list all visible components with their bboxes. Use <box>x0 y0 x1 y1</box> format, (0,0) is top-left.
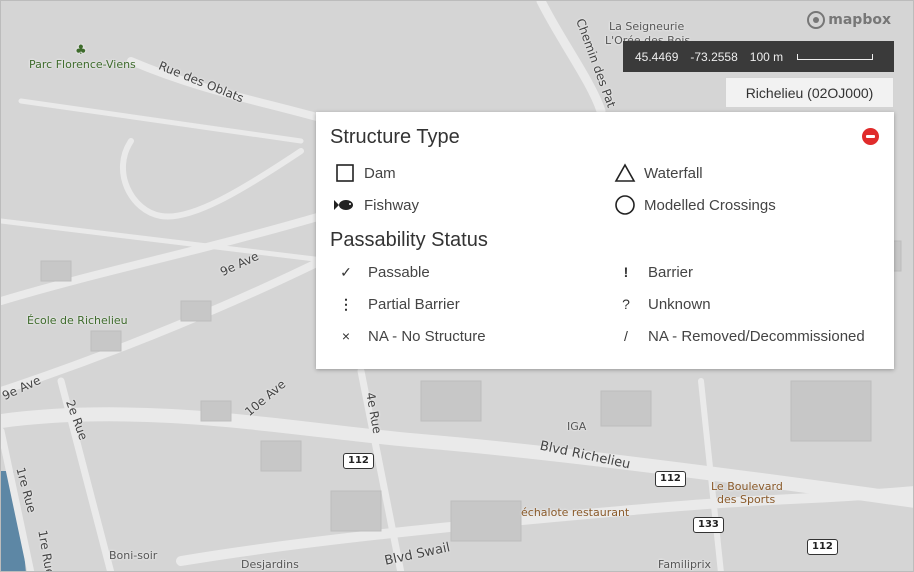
structure-type-title: Structure Type <box>330 126 460 148</box>
map-label-boni: Boni-soir <box>109 549 158 562</box>
legend-item-fishway: Fishway <box>330 189 610 221</box>
legend-panel: Structure Type Dam Waterfall Fishway Mod… <box>316 112 894 369</box>
scale-bar <box>797 53 874 60</box>
map-label-seigneurie: La Seigneurie <box>609 20 685 33</box>
legend-label: NA - No Structure <box>368 327 486 345</box>
coordinate-readout: 45.4469 -73.2558 100 m <box>623 41 894 72</box>
route-shield: 112 <box>655 471 686 487</box>
longitude: -73.2558 <box>690 49 738 64</box>
mapbox-icon <box>807 11 826 29</box>
legend-label: Barrier <box>648 263 694 281</box>
legend-item-partial-barrier: ⋮ Partial Barrier <box>330 288 610 320</box>
circle-icon <box>614 194 636 216</box>
tree-icon: ♣ <box>75 43 87 58</box>
route-shield: 112 <box>807 539 838 555</box>
map-label-boulevard: Le Boulevard <box>711 480 783 493</box>
scale-label: 100 m <box>749 49 784 64</box>
legend-item-removed: / NA - Removed/Decommissioned <box>610 320 890 352</box>
cross-icon: × <box>341 328 351 344</box>
route-shield: 133 <box>693 517 724 533</box>
mapbox-logo-text: mapbox <box>828 12 891 28</box>
legend-label: Partial Barrier <box>368 295 460 313</box>
route-shield: 112 <box>343 453 374 469</box>
legend-label: Fishway <box>364 196 420 214</box>
legend-item-waterfall: Waterfall <box>610 157 890 189</box>
map-label-familiprix: Familiprix <box>658 558 712 571</box>
fish-icon <box>334 194 356 216</box>
question-icon: ? <box>622 296 630 312</box>
legend-item-modelled-crossings: Modelled Crossings <box>610 189 890 221</box>
legend-label: Dam <box>364 164 396 182</box>
legend-item-barrier: ! Barrier <box>610 256 890 288</box>
latitude: 45.4469 <box>635 49 679 64</box>
map-label-iga: IGA <box>567 420 587 433</box>
map-label-sports: des Sports <box>717 493 776 506</box>
legend-label: Passable <box>368 263 430 281</box>
mapbox-logo[interactable]: mapbox <box>807 11 891 29</box>
exclamation-icon: ! <box>623 264 629 280</box>
vertical-dots-icon: ⋮ <box>339 295 353 312</box>
triangle-icon <box>614 162 636 184</box>
map-canvas[interactable]: Parc Florence-Viens ♣ Rue des Oblats La … <box>0 0 914 572</box>
legend-label: Unknown <box>648 295 711 313</box>
map-label-desjardins: Desjardins <box>241 558 299 571</box>
legend-label: Waterfall <box>644 164 703 182</box>
legend-label: NA - Removed/Decommissioned <box>648 327 865 345</box>
legend-item-dam: Dam <box>330 157 610 189</box>
map-label-parc: Parc Florence-Viens <box>29 58 136 71</box>
map-label-ecole: École de Richelieu <box>27 314 128 327</box>
basin-button[interactable]: Richelieu (02OJ000) <box>725 77 894 108</box>
close-legend-button[interactable] <box>862 128 879 145</box>
legend-item-unknown: ? Unknown <box>610 288 890 320</box>
map-label-echalote: échalote restaurant <box>521 506 630 519</box>
check-icon: ✓ <box>340 263 352 280</box>
legend-item-passable: ✓ Passable <box>330 256 610 288</box>
slash-icon: / <box>624 328 628 344</box>
square-icon <box>334 162 356 184</box>
passability-status-title: Passability Status <box>330 229 488 251</box>
legend-label: Modelled Crossings <box>644 196 776 214</box>
legend-item-no-structure: × NA - No Structure <box>330 320 610 352</box>
